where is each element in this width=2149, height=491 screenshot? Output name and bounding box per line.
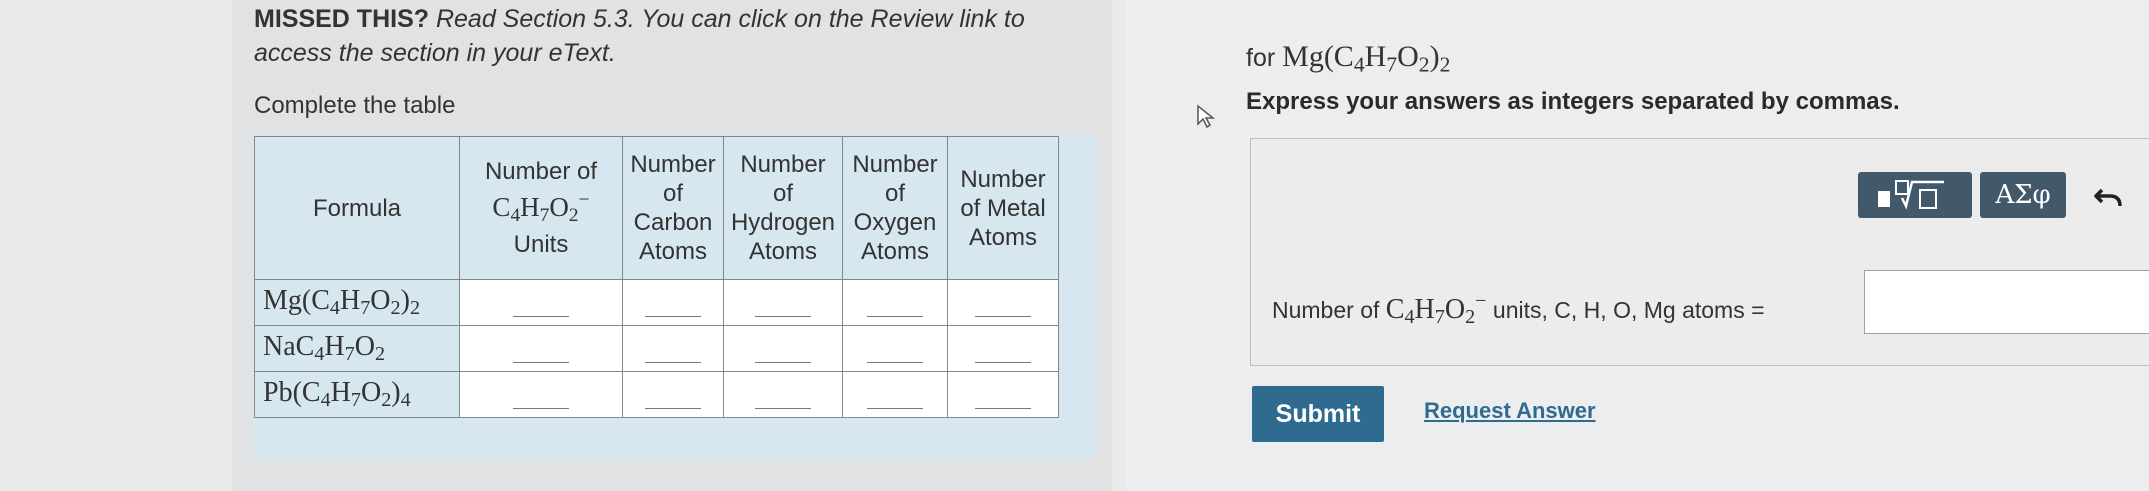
table-row: Mg(C4H7O2)2: [254, 279, 1059, 326]
cell-blank[interactable]: [622, 325, 724, 372]
request-answer-link[interactable]: Request Answer: [1424, 398, 1596, 424]
row-formula-mg: Mg(C4H7O2)2: [254, 279, 460, 326]
table-row: NaC4H7O2: [254, 325, 1059, 372]
table-header-row: Formula Number of C4H7O2− Units Number of Ca…: [254, 136, 1059, 280]
answer-input[interactable]: [1864, 270, 2149, 334]
header-formula: Formula: [254, 136, 460, 280]
cell-blank[interactable]: [622, 279, 724, 326]
header-hydrogen: Number of Hydrogen Atoms: [723, 136, 843, 280]
cell-blank[interactable]: [723, 279, 843, 326]
cell-blank[interactable]: [842, 371, 948, 418]
cell-blank[interactable]: [842, 325, 948, 372]
row-formula-pb: Pb(C4H7O2)4: [254, 371, 460, 418]
header-oxygen: Number of Oxygen Atoms: [842, 136, 948, 280]
templates-icon: [1878, 180, 1944, 210]
greek-symbols-button[interactable]: ΑΣφ: [1980, 172, 2066, 218]
missed-this-text-line2: access the section in your eText.: [254, 39, 616, 67]
undo-icon[interactable]: [2094, 186, 2124, 210]
table-row: Pb(C4H7O2)4: [254, 371, 1059, 418]
header-metal: Number of Metal Atoms: [947, 136, 1059, 280]
answer-ion: C4H7O2−: [1385, 290, 1487, 329]
cell-blank[interactable]: [723, 371, 843, 418]
cell-blank[interactable]: [459, 325, 623, 372]
missed-this-label: MISSED THIS?: [254, 5, 430, 33]
answer-suffix: units, C, H, O, Mg atoms =: [1492, 297, 1765, 324]
question-for-label: for Mg(C4H7O2)2: [1246, 40, 1450, 77]
cell-blank[interactable]: [947, 279, 1059, 326]
cell-blank[interactable]: [842, 279, 948, 326]
header-carbon: Number of Carbon Atoms: [622, 136, 724, 280]
missed-this-note: MISSED THIS? Read Section 5.3. You can c…: [254, 2, 1154, 70]
complete-table-label: Complete the table: [254, 92, 456, 119]
question-formula: Mg(C4H7O2)2: [1282, 40, 1451, 77]
cell-blank[interactable]: [622, 371, 724, 418]
templates-button[interactable]: [1858, 172, 1972, 218]
cell-blank[interactable]: [459, 371, 623, 418]
header-units: Number of C4H7O2− Units: [459, 136, 623, 280]
answer-label: Number of C4H7O2− units, C, H, O, Mg ato…: [1272, 290, 1765, 329]
cell-blank[interactable]: [947, 371, 1059, 418]
answer-prefix: Number of: [1272, 297, 1380, 324]
row-formula-na: NaC4H7O2: [254, 325, 460, 372]
cell-blank[interactable]: [947, 325, 1059, 372]
data-table: Formula Number of C4H7O2− Units Number of Ca…: [254, 136, 1059, 418]
missed-this-text-line1: Read Section 5.3. You can click on the R…: [435, 5, 1025, 33]
for-word: for: [1246, 44, 1276, 72]
cursor-arrow-icon: [1197, 104, 1216, 129]
submit-button[interactable]: Submit: [1252, 386, 1384, 442]
greek-symbols-icon: ΑΣφ: [1995, 180, 2051, 210]
cell-blank[interactable]: [723, 325, 843, 372]
cell-blank[interactable]: [459, 279, 623, 326]
instruction-text: Express your answers as integers separat…: [1246, 88, 1900, 115]
